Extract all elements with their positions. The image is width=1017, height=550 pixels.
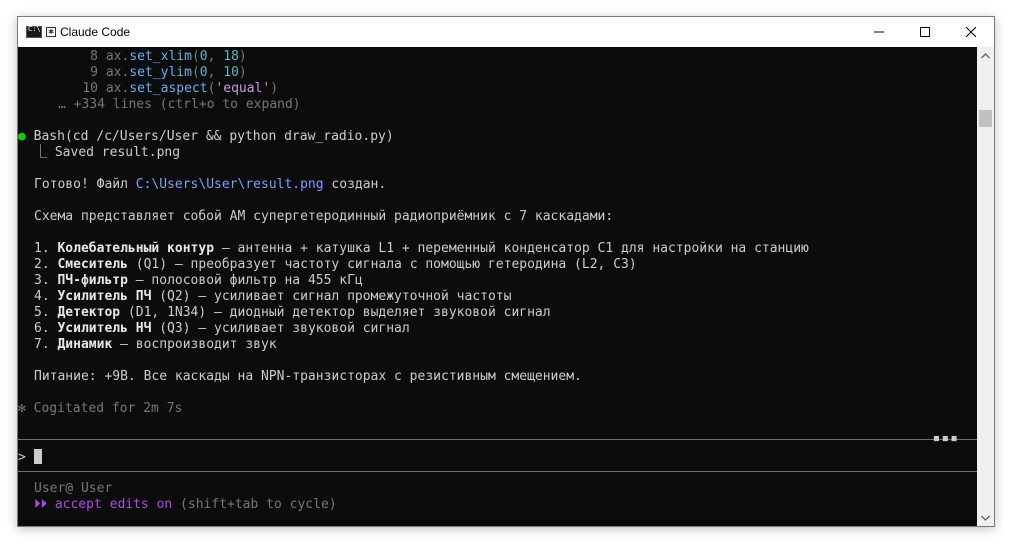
- code-arg: ,: [207, 49, 224, 64]
- terminal-window: ✱ Claude Code 8 ax.set_xlim(0, 18)9 ax.s…: [17, 16, 995, 527]
- tool-bullet-icon: ●: [18, 129, 26, 144]
- footer-user: User@ User: [34, 481, 113, 496]
- title-bar[interactable]: ✱ Claude Code: [18, 17, 994, 47]
- power-note: Питание: +9В. Все каскады на NPN-транзис…: [34, 369, 582, 384]
- code-function: set_aspect: [129, 81, 208, 96]
- status-text: Cogitated for 2m 7s: [33, 401, 183, 416]
- bash-result: Saved result.png: [47, 145, 181, 160]
- text-cursor: [33, 449, 42, 464]
- stage-name: Усилитель НЧ: [57, 321, 152, 336]
- answer-suffix: создан.: [323, 177, 387, 192]
- close-button[interactable]: [948, 17, 994, 47]
- close-icon: [966, 27, 976, 37]
- stage-description: (Q3) — усиливает звуковой сигнал: [151, 321, 410, 336]
- line-number: 10: [82, 81, 98, 96]
- mode-line[interactable]: ⏵⏵ accept edits on (shift+tab to cycle): [34, 497, 337, 513]
- stage-name: Колебательный контур: [57, 241, 215, 256]
- line-number: 9: [90, 65, 98, 80]
- maximize-button[interactable]: [902, 17, 948, 47]
- code-paren: ): [270, 81, 279, 96]
- stage-description: (D1, 1N34) — диодный детектор выделяет з…: [120, 305, 551, 320]
- stage-name: Усилитель ПЧ: [57, 289, 152, 304]
- stage-description: — воспроизводит звук: [112, 337, 277, 352]
- code-paren: (: [191, 49, 200, 64]
- chevron-down-icon: [981, 515, 990, 521]
- scroll-up-button[interactable]: [977, 47, 994, 64]
- stage-description: — полосовой фильтр на 455 кГц: [127, 273, 363, 288]
- code-arg: 'equal': [215, 81, 271, 96]
- stage-name: Детектор: [57, 305, 121, 320]
- stage-number: 5.: [34, 305, 50, 320]
- code-line: 10 ax.set_aspect('equal'): [34, 81, 278, 97]
- code-arg: 0: [199, 49, 208, 64]
- stage-list-item: 5. Детектор (D1, 1N34) — диодный детекто…: [34, 305, 551, 321]
- stage-list-item: 1. Колебательный контур — антенна + кату…: [34, 241, 809, 257]
- stage-number: 7.: [34, 337, 50, 352]
- stage-description: — антенна + катушка L1 + переменный конд…: [214, 241, 809, 256]
- claude-tab-icon: ✱: [46, 27, 56, 37]
- code-paren: ): [238, 49, 247, 64]
- stage-name: Смеситель: [57, 257, 128, 272]
- stage-name: Динамик: [57, 337, 113, 352]
- maximize-icon: [920, 27, 930, 37]
- code-object: ax.: [105, 65, 130, 80]
- bash-result-line: ⎿ Saved result.png: [34, 145, 180, 161]
- intro-text: Схема представляет собой AM супергетерод…: [34, 209, 614, 224]
- result-file-path[interactable]: C:\Users\User\result.png: [136, 177, 324, 192]
- code-paren: ): [238, 65, 247, 80]
- line-number: 8: [90, 49, 98, 64]
- stage-number: 4.: [34, 289, 50, 304]
- code-arg: 10: [223, 65, 239, 80]
- stage-list-item: 3. ПЧ-фильтр — полосовой фильтр на 455 к…: [34, 273, 363, 289]
- prompt-bottom-separator: [18, 471, 977, 472]
- window-title: Claude Code: [60, 25, 131, 39]
- stage-list-item: 7. Динамик — воспроизводит звук: [34, 337, 277, 353]
- stage-description: (Q2) — усиливает сигнал промежуточной ча…: [151, 289, 512, 304]
- window-controls: [856, 17, 994, 47]
- terminal-output[interactable]: 8 ax.set_xlim(0, 18) 9 ax.set_ylim(0, 10)…: [18, 47, 977, 526]
- expand-hint: … +334 lines (ctrl+o to expand): [58, 97, 301, 112]
- prompt-top-separator: [18, 439, 977, 440]
- prompt-chevron-icon: >: [18, 450, 26, 465]
- code-function: set_ylim: [129, 65, 192, 80]
- chevron-up-icon: [981, 52, 990, 58]
- code-arg: 18: [223, 49, 239, 64]
- stage-list-item: 4. Усилитель ПЧ (Q2) — усиливает сигнал …: [34, 289, 511, 305]
- minimize-icon: [874, 31, 884, 33]
- stage-list-item: 2. Смеситель (Q1) — преобразует частоту …: [34, 257, 637, 273]
- code-line: 8 ax.set_xlim(0, 18): [34, 49, 247, 65]
- bash-call-line: ● Bash(cd /c/Users/User && python draw_r…: [18, 129, 394, 145]
- code-paren: (: [191, 65, 200, 80]
- result-branch-icon: ⎿: [34, 145, 48, 160]
- stage-number: 6.: [34, 321, 50, 336]
- scrollbar-thumb[interactable]: [979, 110, 992, 127]
- stage-number: 2.: [34, 257, 50, 272]
- mode-cycle-hint: (shift+tab to cycle): [172, 497, 337, 512]
- stage-list-item: 6. Усилитель НЧ (Q3) — усиливает звуково…: [34, 321, 410, 337]
- minimize-button[interactable]: [856, 17, 902, 47]
- code-arg: ,: [207, 65, 224, 80]
- answer-prefix: Готово! Файл: [34, 177, 136, 192]
- code-line: 9 ax.set_ylim(0, 10): [34, 65, 247, 81]
- console-app-icon: [26, 25, 42, 38]
- code-object: ax.: [105, 49, 130, 64]
- stage-number: 3.: [34, 273, 50, 288]
- stage-description: (Q1) — преобразует частоту сигнала с пом…: [127, 257, 637, 272]
- accept-edits-icon: ⏵⏵: [34, 497, 47, 512]
- cogitate-icon: ✻: [18, 401, 26, 416]
- answer-line: Готово! Файл C:\Users\User\result.png со…: [34, 177, 386, 193]
- scroll-down-button[interactable]: [977, 509, 994, 526]
- bash-command: Bash(cd /c/Users/User && python draw_rad…: [33, 129, 394, 144]
- prompt-line[interactable]: >: [18, 449, 42, 465]
- vertical-scrollbar[interactable]: [977, 47, 994, 526]
- code-arg: 0: [199, 65, 208, 80]
- status-line: ✻ Cogitated for 2m 7s: [18, 401, 182, 417]
- stage-number: 1.: [34, 241, 50, 256]
- accept-edits-label: accept edits on: [54, 497, 173, 512]
- stage-name: ПЧ-фильтр: [57, 273, 128, 288]
- code-function: set_xlim: [129, 49, 192, 64]
- code-object: ax.: [105, 81, 130, 96]
- more-dots-icon: ▪▪▪: [932, 431, 959, 446]
